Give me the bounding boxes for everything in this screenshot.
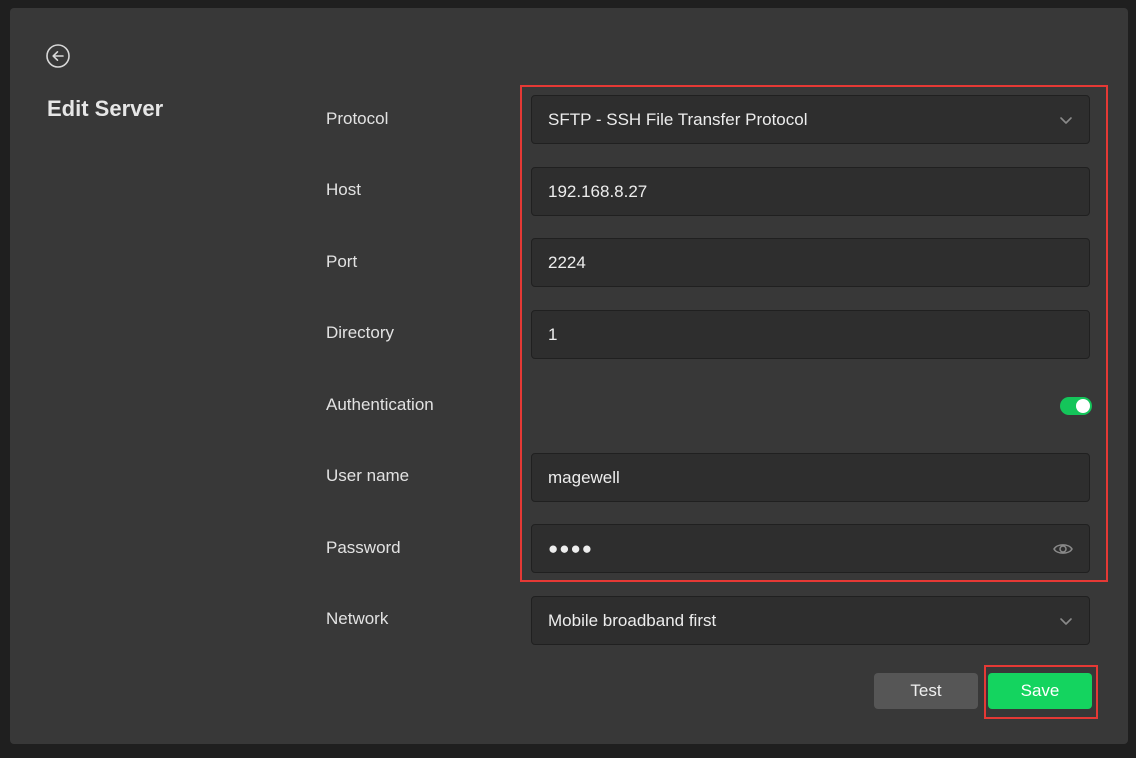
save-button[interactable]: Save [988,673,1092,709]
directory-input[interactable] [548,324,1073,345]
protocol-select[interactable]: SFTP - SSH File Transfer Protocol [531,95,1090,144]
back-button[interactable] [46,44,70,68]
username-label: User name [326,466,410,485]
network-select[interactable]: Mobile broadband first [531,596,1090,645]
protocol-label: Protocol [326,109,389,128]
authentication-label: Authentication [326,395,434,414]
directory-field[interactable] [531,310,1090,359]
network-label: Network [326,609,389,628]
host-input[interactable] [548,181,1073,202]
edit-server-panel: Edit Server Protocol SFTP - SSH File Tra… [10,8,1128,744]
test-button[interactable]: Test [874,673,978,709]
port-field[interactable] [531,238,1090,287]
eye-icon[interactable] [1053,541,1073,557]
network-value: Mobile broadband first [548,610,717,630]
username-input[interactable] [548,467,1073,488]
port-label: Port [326,252,358,271]
directory-label: Directory [326,323,395,342]
chevron-down-icon [1060,617,1072,625]
arrow-left-circle-icon [46,44,70,68]
password-value[interactable]: ●●●● [548,539,1053,559]
toggle-knob [1076,399,1090,413]
password-field[interactable]: ●●●● [531,524,1090,573]
host-label: Host [326,180,361,199]
page-title: Edit Server [47,96,164,121]
port-input[interactable] [548,252,1073,273]
username-field[interactable] [531,453,1090,502]
authentication-toggle[interactable] [1060,397,1092,415]
host-field[interactable] [531,167,1090,216]
protocol-value: SFTP - SSH File Transfer Protocol [548,109,808,129]
chevron-down-icon [1060,116,1072,124]
password-label: Password [326,538,401,557]
